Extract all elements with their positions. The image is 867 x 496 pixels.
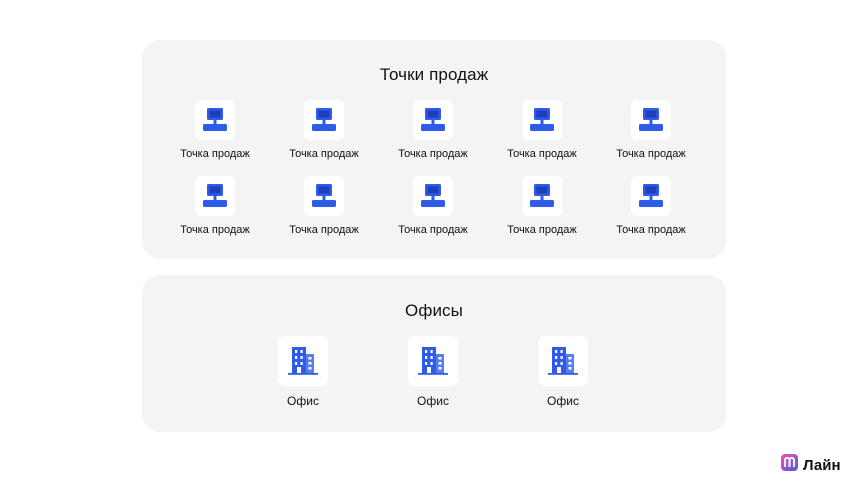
pos-item-label: Точка продаж [616,148,686,160]
office-item-label: Офис [287,394,319,408]
brand-name: Лайн [803,456,841,474]
office-building-icon [278,336,328,386]
office-building-icon [408,336,458,386]
pos-item-label: Точка продаж [180,224,250,236]
pos-item: Точка продаж [383,100,483,160]
pos-item-label: Точка продаж [398,148,468,160]
pos-terminal-icon [413,176,453,216]
office-item: Офис [508,336,618,408]
pos-item: Точка продаж [492,100,592,160]
pos-terminal-icon [522,176,562,216]
pos-item: Точка продаж [383,176,483,236]
pos-item-label: Точка продаж [507,148,577,160]
pos-terminal-icon [522,100,562,140]
pos-item: Точка продаж [165,100,265,160]
pos-section-title: Точки продаж [379,65,489,84]
office-item-label: Офис [547,394,579,408]
pos-item: Точка продаж [274,176,374,236]
office-section-panel: Офисы Офис Офис Офис [142,275,726,432]
office-building-icon [538,336,588,386]
pos-item-label: Точка продаж [398,224,468,236]
pos-item-label: Точка продаж [616,224,686,236]
pos-item: Точка продаж [492,176,592,236]
pos-terminal-icon [195,176,235,216]
brand-logo-icon [781,454,798,476]
brand-logo: Лайн [781,454,841,476]
pos-item: Точка продаж [601,100,701,160]
pos-item: Точка продаж [274,100,374,160]
pos-section-panel: Точки продаж Точка продаж Точка продаж Т… [142,40,726,259]
pos-terminal-icon [413,100,453,140]
pos-item-label: Точка продаж [507,224,577,236]
pos-terminal-icon [195,100,235,140]
pos-terminal-icon [304,176,344,216]
office-section-title: Офисы [405,301,463,320]
pos-item-label: Точка продаж [289,224,359,236]
office-item-label: Офис [417,394,449,408]
pos-item: Точка продаж [165,176,265,236]
pos-item-label: Точка продаж [180,148,250,160]
pos-item-label: Точка продаж [289,148,359,160]
office-item: Офис [378,336,488,408]
pos-item: Точка продаж [601,176,701,236]
pos-terminal-icon [631,100,671,140]
pos-terminal-icon [304,100,344,140]
pos-terminal-icon [631,176,671,216]
office-item: Офис [248,336,358,408]
